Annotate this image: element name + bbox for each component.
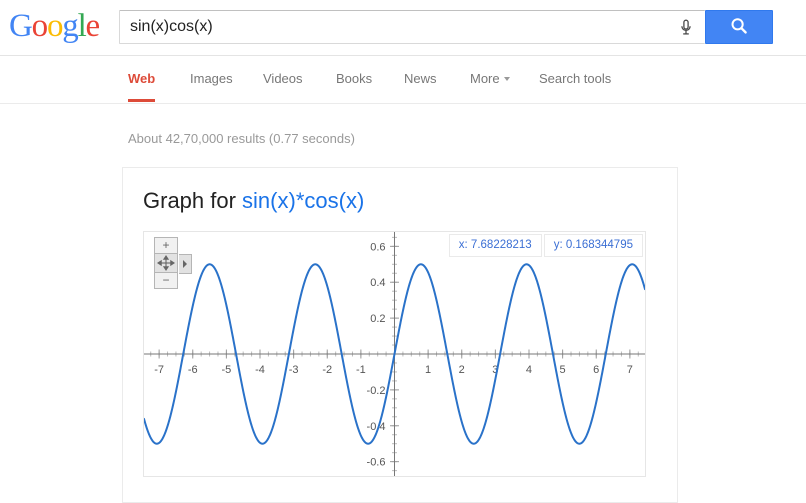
tab-books-label: Books	[336, 71, 373, 86]
x-tick-label: 1	[425, 364, 431, 376]
tab-news[interactable]: News	[404, 70, 437, 87]
microphone-icon[interactable]	[675, 16, 697, 38]
tab-books[interactable]: Books	[336, 70, 372, 87]
y-tick-label: 0.2	[370, 313, 385, 325]
tab-web-label: Web	[128, 71, 156, 86]
search-form	[119, 10, 773, 44]
x-tick-label: 6	[593, 364, 599, 376]
y-tick-label: 0.4	[370, 277, 385, 289]
y-tick-label: -0.2	[367, 385, 386, 397]
tab-web[interactable]: Web	[128, 70, 156, 102]
x-tick-label: -7	[154, 364, 164, 376]
tab-more-label: More	[470, 71, 500, 86]
function-plot: -7 -6 -5 -4 -3 -2 -1 1 2 3 4 5 6 70.60.40.2-0.2-0.4-0…	[144, 232, 645, 476]
graph-title: Graph for sin(x)*cos(x)	[143, 188, 364, 214]
result-stats: About 42,70,000 results (0.77 seconds)	[128, 131, 355, 146]
x-tick-label: -3	[289, 364, 299, 376]
magnifier-icon	[731, 17, 747, 34]
logo-letter-g2: g	[62, 8, 79, 44]
pan-flyout-button[interactable]	[179, 254, 192, 274]
tab-videos-label: Videos	[263, 71, 303, 86]
four-way-arrow-icon	[156, 254, 176, 272]
y-tick-label: -0.4	[367, 421, 386, 433]
logo-letter-g1: G	[9, 8, 33, 44]
x-tick-label: 5	[560, 364, 566, 376]
plot-area[interactable]: -7 -6 -5 -4 -3 -2 -1 1 2 3 4 5 6 7 0.6 0.4 0.2 -0.2 -0.4 -0…	[143, 231, 646, 477]
zoom-out-button[interactable]: −	[154, 273, 178, 289]
tab-images-label: Images	[190, 71, 233, 86]
graph-title-prefix: Graph for	[143, 188, 243, 213]
zoom-pan-controls: + −	[154, 237, 192, 289]
tab-more[interactable]: More	[470, 70, 510, 87]
logo-letter-e: e	[85, 8, 101, 44]
chevron-right-icon	[183, 260, 187, 268]
page-header: Google	[0, 0, 806, 56]
x-tick-label: -2	[322, 364, 332, 376]
coordinate-x-value: x: 7.68228213	[448, 234, 542, 257]
x-tick-label: -5	[221, 364, 231, 376]
x-tick-label: 7	[627, 364, 633, 376]
tab-search-tools-label: Search tools	[539, 71, 612, 86]
x-tick-label: -4	[255, 364, 265, 376]
google-logo[interactable]: Google	[9, 8, 101, 44]
chevron-down-icon	[503, 76, 510, 81]
coordinate-readout: x: 7.68228213 y: 0.168344795	[448, 234, 643, 257]
search-nav-tabs: Web Images Videos Books News More Search…	[0, 56, 806, 104]
tab-images[interactable]: Images	[190, 70, 233, 87]
y-tick-label: 0.6	[370, 241, 385, 253]
search-input[interactable]	[119, 10, 705, 44]
tab-videos[interactable]: Videos	[263, 70, 303, 87]
search-button[interactable]	[705, 10, 773, 44]
logo-letter-o1: o	[31, 8, 49, 44]
x-tick-label: 2	[459, 364, 465, 376]
graph-result-card: Graph for sin(x)*cos(x) -7 -6 -5 -4 -3 -2 -1 1 2…	[122, 167, 678, 503]
zoom-in-button[interactable]: +	[154, 237, 178, 253]
tab-search-tools[interactable]: Search tools	[539, 70, 611, 87]
x-tick-label: -6	[188, 364, 198, 376]
logo-letter-o2: o	[46, 8, 64, 44]
tab-news-label: News	[404, 71, 437, 86]
pan-button[interactable]	[154, 253, 192, 274]
coordinate-y-value: y: 0.168344795	[543, 234, 643, 257]
y-tick-label: -0.6	[367, 457, 386, 469]
x-tick-label: -1	[356, 364, 366, 376]
x-tick-label: 4	[526, 364, 532, 376]
graph-title-expression[interactable]: sin(x)*cos(x)	[242, 188, 364, 213]
logo-letter-l: l	[77, 8, 87, 44]
